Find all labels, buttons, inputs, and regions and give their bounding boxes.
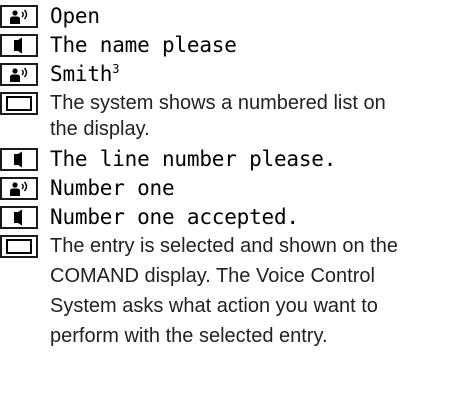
system-prompt: The line number please. bbox=[50, 147, 337, 171]
footnote-marker: 3 bbox=[112, 62, 120, 76]
display-icon bbox=[0, 92, 38, 115]
display-icon bbox=[0, 235, 38, 258]
display-description-line: perform with the selected entry. bbox=[50, 325, 328, 347]
display-description-line: The system shows a numbered list on bbox=[50, 92, 386, 114]
display-description-line: the display. bbox=[50, 118, 150, 140]
system-prompt: The name please bbox=[50, 33, 237, 57]
speaking-person-icon bbox=[0, 177, 38, 200]
utterance-text: Smith bbox=[50, 62, 113, 86]
user-utterance: Number one bbox=[50, 176, 175, 200]
speaking-person-icon bbox=[0, 5, 38, 28]
speaker-icon bbox=[0, 206, 38, 229]
speaker-icon bbox=[0, 148, 38, 171]
display-description-line: The entry is selected and shown on the bbox=[50, 235, 398, 257]
user-utterance: Smith3 bbox=[50, 61, 119, 87]
display-description-line: COMAND display. The Voice Control bbox=[50, 265, 375, 287]
system-prompt: Number one accepted. bbox=[50, 205, 299, 229]
display-description-line: System asks what action you want to bbox=[50, 295, 378, 317]
speaker-icon bbox=[0, 34, 38, 57]
voice-dialog: Open The name please Smith3 The system s… bbox=[0, 0, 470, 393]
speaking-person-icon bbox=[0, 63, 38, 86]
user-utterance: Open bbox=[50, 4, 100, 28]
